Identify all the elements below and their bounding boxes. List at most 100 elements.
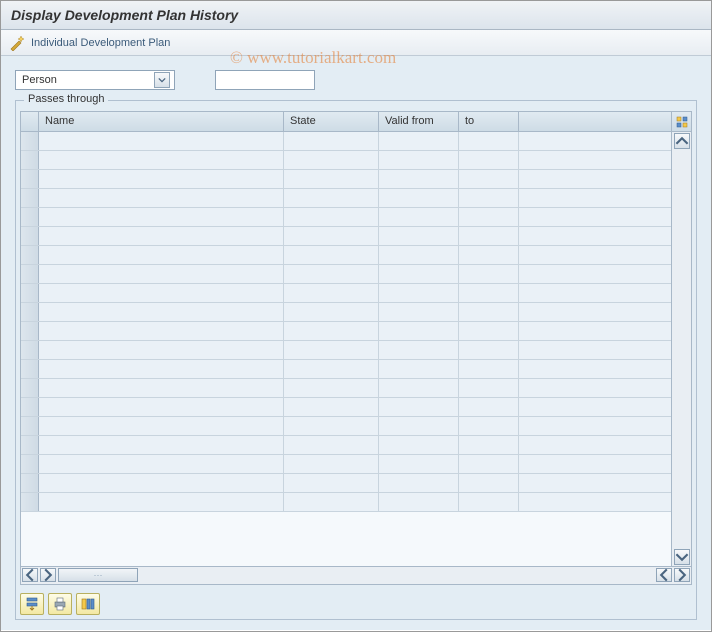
table-cell[interactable] <box>379 341 459 359</box>
table-row[interactable] <box>21 493 671 512</box>
table-cell[interactable] <box>459 265 519 283</box>
table-cell[interactable] <box>379 474 459 492</box>
row-selector-header[interactable] <box>21 112 39 131</box>
table-cell[interactable] <box>39 474 284 492</box>
table-cell[interactable] <box>284 208 379 226</box>
table-cell[interactable] <box>284 151 379 169</box>
table-row[interactable] <box>21 284 671 303</box>
table-cell[interactable] <box>459 436 519 454</box>
row-selector[interactable] <box>21 170 39 188</box>
table-cell[interactable] <box>519 360 671 378</box>
table-cell[interactable] <box>379 455 459 473</box>
table-cell[interactable] <box>39 455 284 473</box>
table-cell[interactable] <box>379 360 459 378</box>
table-cell[interactable] <box>379 322 459 340</box>
table-cell[interactable] <box>39 322 284 340</box>
row-selector[interactable] <box>21 227 39 245</box>
table-row[interactable] <box>21 474 671 493</box>
table-cell[interactable] <box>284 493 379 511</box>
table-cell[interactable] <box>519 208 671 226</box>
table-row[interactable] <box>21 341 671 360</box>
table-cell[interactable] <box>519 151 671 169</box>
table-cell[interactable] <box>459 284 519 302</box>
table-cell[interactable] <box>519 436 671 454</box>
table-cell[interactable] <box>459 417 519 435</box>
table-cell[interactable] <box>459 170 519 188</box>
row-selector[interactable] <box>21 360 39 378</box>
toolbar-individual-plan-label[interactable]: Individual Development Plan <box>31 37 170 49</box>
scroll-right-end-icon[interactable] <box>674 568 690 582</box>
table-cell[interactable] <box>39 493 284 511</box>
table-row[interactable] <box>21 246 671 265</box>
table-cell[interactable] <box>39 227 284 245</box>
table-row[interactable] <box>21 379 671 398</box>
table-cell[interactable] <box>284 341 379 359</box>
table-cell[interactable] <box>519 227 671 245</box>
table-cell[interactable] <box>379 436 459 454</box>
table-cell[interactable] <box>519 417 671 435</box>
table-row[interactable] <box>21 436 671 455</box>
table-cell[interactable] <box>459 360 519 378</box>
table-cell[interactable] <box>39 398 284 416</box>
table-cell[interactable] <box>284 455 379 473</box>
table-row[interactable] <box>21 170 671 189</box>
table-cell[interactable] <box>39 208 284 226</box>
col-header-state[interactable]: State <box>284 112 379 131</box>
edit-wand-icon[interactable] <box>9 35 25 51</box>
scroll-track[interactable] <box>674 150 690 548</box>
row-selector[interactable] <box>21 379 39 397</box>
table-cell[interactable] <box>284 436 379 454</box>
table-cell[interactable] <box>39 132 284 150</box>
table-settings-icon[interactable] <box>671 112 691 131</box>
table-cell[interactable] <box>284 189 379 207</box>
table-cell[interactable] <box>39 360 284 378</box>
row-selector[interactable] <box>21 284 39 302</box>
table-cell[interactable] <box>39 284 284 302</box>
col-header-valid-from[interactable]: Valid from <box>379 112 459 131</box>
row-selector[interactable] <box>21 246 39 264</box>
table-cell[interactable] <box>284 360 379 378</box>
table-cell[interactable] <box>519 284 671 302</box>
row-selector[interactable] <box>21 455 39 473</box>
row-selector[interactable] <box>21 417 39 435</box>
print-button[interactable] <box>48 593 72 615</box>
table-cell[interactable] <box>459 341 519 359</box>
table-cell[interactable] <box>39 246 284 264</box>
table-cell[interactable] <box>519 189 671 207</box>
table-cell[interactable] <box>379 189 459 207</box>
layout-button[interactable] <box>76 593 100 615</box>
row-selector[interactable] <box>21 341 39 359</box>
table-cell[interactable] <box>519 474 671 492</box>
object-type-dropdown[interactable]: Person <box>15 70 175 90</box>
row-selector[interactable] <box>21 398 39 416</box>
table-cell[interactable] <box>519 493 671 511</box>
row-selector[interactable] <box>21 265 39 283</box>
table-cell[interactable] <box>459 398 519 416</box>
table-cell[interactable] <box>519 379 671 397</box>
table-cell[interactable] <box>519 455 671 473</box>
table-row[interactable] <box>21 322 671 341</box>
scroll-up-icon[interactable] <box>674 133 690 149</box>
row-selector[interactable] <box>21 436 39 454</box>
table-cell[interactable] <box>284 246 379 264</box>
table-cell[interactable] <box>459 303 519 321</box>
table-row[interactable] <box>21 360 671 379</box>
horizontal-scrollbar[interactable]: ··· <box>21 566 691 584</box>
table-cell[interactable] <box>284 322 379 340</box>
table-cell[interactable] <box>459 246 519 264</box>
table-row[interactable] <box>21 151 671 170</box>
table-row[interactable] <box>21 455 671 474</box>
table-cell[interactable] <box>379 303 459 321</box>
table-cell[interactable] <box>519 303 671 321</box>
table-cell[interactable] <box>39 417 284 435</box>
table-cell[interactable] <box>459 208 519 226</box>
table-cell[interactable] <box>379 417 459 435</box>
table-cell[interactable] <box>379 265 459 283</box>
col-header-name[interactable]: Name <box>39 112 284 131</box>
table-cell[interactable] <box>459 379 519 397</box>
table-cell[interactable] <box>519 246 671 264</box>
vertical-scrollbar[interactable] <box>671 132 691 566</box>
table-cell[interactable] <box>519 132 671 150</box>
table-cell[interactable] <box>284 303 379 321</box>
table-cell[interactable] <box>459 132 519 150</box>
